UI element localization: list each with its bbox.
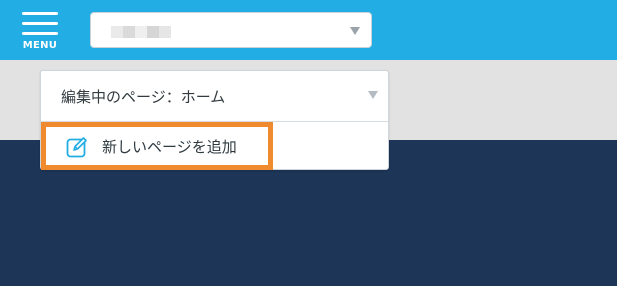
edit-icon [66,137,87,158]
current-page-label: 編集中のページ：ホーム [61,88,226,106]
top-header: MENU [0,0,617,60]
site-select[interactable] [90,12,372,48]
hamburger-icon [22,12,58,15]
page-selector-dropdown: 編集中のページ：ホーム 新しいページを追加 [40,70,389,170]
redacted-site-name [111,26,171,38]
page-selector[interactable]: 編集中のページ：ホーム [41,71,388,121]
hamburger-line [22,32,58,35]
hamburger-line [22,22,58,25]
add-page-label: 新しいページを追加 [102,138,237,156]
add-page-item[interactable]: 新しいページを追加 [41,122,273,170]
menu-label: MENU [22,40,58,51]
chevron-down-icon [368,91,378,99]
menu-button[interactable]: MENU [18,10,64,56]
chevron-down-icon [350,27,360,35]
